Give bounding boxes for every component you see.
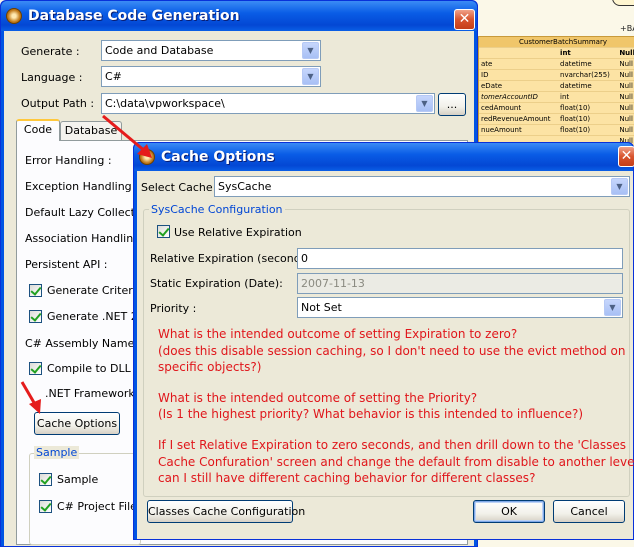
arrow-line (102, 114, 147, 154)
tab-code[interactable]: Code (16, 119, 60, 141)
arrowhead-icon (29, 399, 41, 414)
arrow-to-cache-options-button (20, 381, 41, 414)
arrow-to-cache-dialog (102, 114, 152, 158)
annotation-arrows (20, 114, 152, 414)
